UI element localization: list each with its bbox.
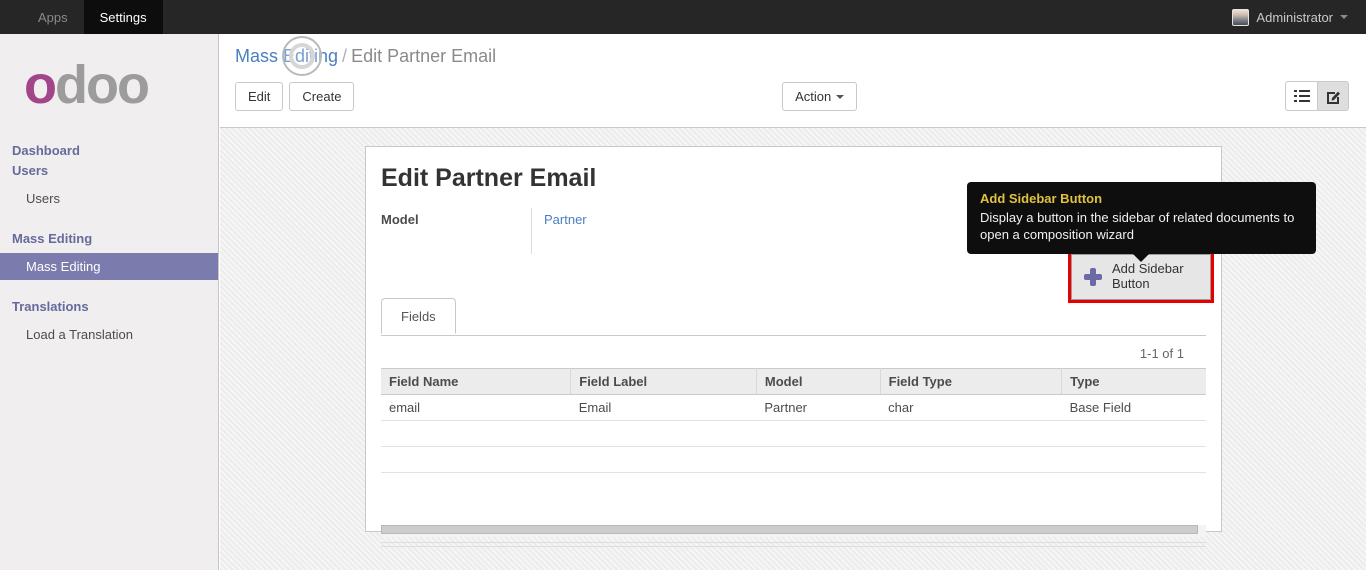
plus-icon	[1084, 268, 1102, 286]
sidebar: odoo Dashboard Users Users Mass Editing …	[0, 34, 219, 570]
top-bar: Apps Settings Administrator	[0, 0, 1366, 34]
empty-table-row	[381, 420, 1206, 447]
list-view-button[interactable]	[1285, 81, 1317, 111]
cell-field-label: Email	[570, 394, 757, 421]
pager: 1-1 of 1	[1139, 346, 1184, 361]
column-header-type[interactable]: Type	[1061, 368, 1206, 395]
loading-spinner-icon	[282, 36, 322, 76]
sidebar-item-mass-editing[interactable]: Mass Editing	[0, 253, 218, 280]
tab-fields[interactable]: Fields	[381, 298, 456, 334]
top-menu-settings[interactable]: Settings	[83, 0, 163, 34]
odoo-logo: odoo	[24, 58, 218, 112]
edit-button[interactable]: Edit	[235, 81, 284, 111]
top-menu-apps[interactable]: Apps	[22, 0, 84, 34]
sidebar-header-users: Users	[12, 163, 49, 178]
cell-type: Base Field	[1061, 394, 1206, 421]
sidebar-header-dashboard: Dashboard	[12, 143, 80, 158]
breadcrumb-separator: /	[342, 46, 348, 66]
tooltip-body: Display a button in the sidebar of relat…	[980, 210, 1295, 243]
column-header-field-type[interactable]: Field Type	[880, 368, 1063, 395]
form-view-button[interactable]	[1317, 81, 1349, 111]
control-panel-center: Action	[354, 81, 1285, 111]
list-icon	[1293, 89, 1310, 103]
column-header-model[interactable]: Model	[756, 368, 881, 395]
horizontal-scrollbar[interactable]	[381, 524, 1206, 537]
action-dropdown-button[interactable]: Action	[782, 81, 858, 111]
user-name: Administrator	[1256, 9, 1333, 25]
sidebar-header-translations: Translations	[12, 299, 89, 314]
empty-table-row	[381, 446, 1206, 473]
sidebar-header-mass-editing: Mass Editing	[12, 231, 93, 246]
sidebar-item-load-translation[interactable]: Load a Translation	[0, 321, 218, 348]
breadcrumb: Mass Editing / Edit Partner Email	[235, 36, 1349, 76]
main-area: Mass Editing / Edit Partner Email Edit Cre…	[220, 34, 1366, 570]
create-button[interactable]: Create	[289, 81, 355, 111]
user-menu[interactable]: Administrator	[1214, 0, 1366, 34]
model-field-label: Model	[381, 212, 419, 227]
control-panel-buttons: Edit Create Action	[235, 81, 1349, 111]
view-switcher	[1285, 81, 1349, 111]
caret-down-icon	[836, 95, 845, 100]
column-header-field-name[interactable]: Field Name	[381, 368, 572, 395]
table-row[interactable]: email Email Partner char Base Field	[381, 394, 1206, 421]
cell-field-type: char	[880, 394, 1062, 421]
fields-table: Field Name Field Label Model Field Type …	[381, 368, 1206, 499]
model-field-value[interactable]: Partner	[532, 208, 587, 227]
divider	[381, 545, 1206, 547]
breadcrumb-current: Edit Partner Email	[351, 46, 497, 66]
divider	[381, 541, 1206, 543]
cell-model: Partner	[756, 394, 881, 421]
cell-field-name: email	[381, 394, 571, 421]
top-menu: Apps Settings	[0, 0, 163, 34]
tour-tooltip: Add Sidebar Button Display a button in t…	[967, 182, 1316, 263]
control-panel: Mass Editing / Edit Partner Email Edit Cre…	[220, 34, 1366, 128]
caret-down-icon	[1340, 15, 1348, 19]
empty-table-row	[381, 473, 1206, 499]
action-label: Action	[795, 88, 832, 104]
tooltip-title: Add Sidebar Button	[980, 191, 1103, 206]
logo-first-letter: o	[24, 55, 57, 115]
tooltip-arrow	[1132, 253, 1150, 263]
add-sidebar-button-label: Add Sidebar Button	[1112, 261, 1184, 291]
column-header-field-label[interactable]: Field Label	[570, 368, 757, 395]
form-edit-icon	[1326, 89, 1341, 104]
logo-rest: doo	[55, 55, 150, 115]
table-header-row: Field Name Field Label Model Field Type …	[381, 368, 1206, 395]
scrollbar-thumb[interactable]	[381, 524, 1198, 534]
notebook-tabs: Fields	[381, 298, 1206, 336]
sidebar-item-users[interactable]: Users	[0, 185, 218, 212]
user-avatar	[1232, 8, 1250, 26]
